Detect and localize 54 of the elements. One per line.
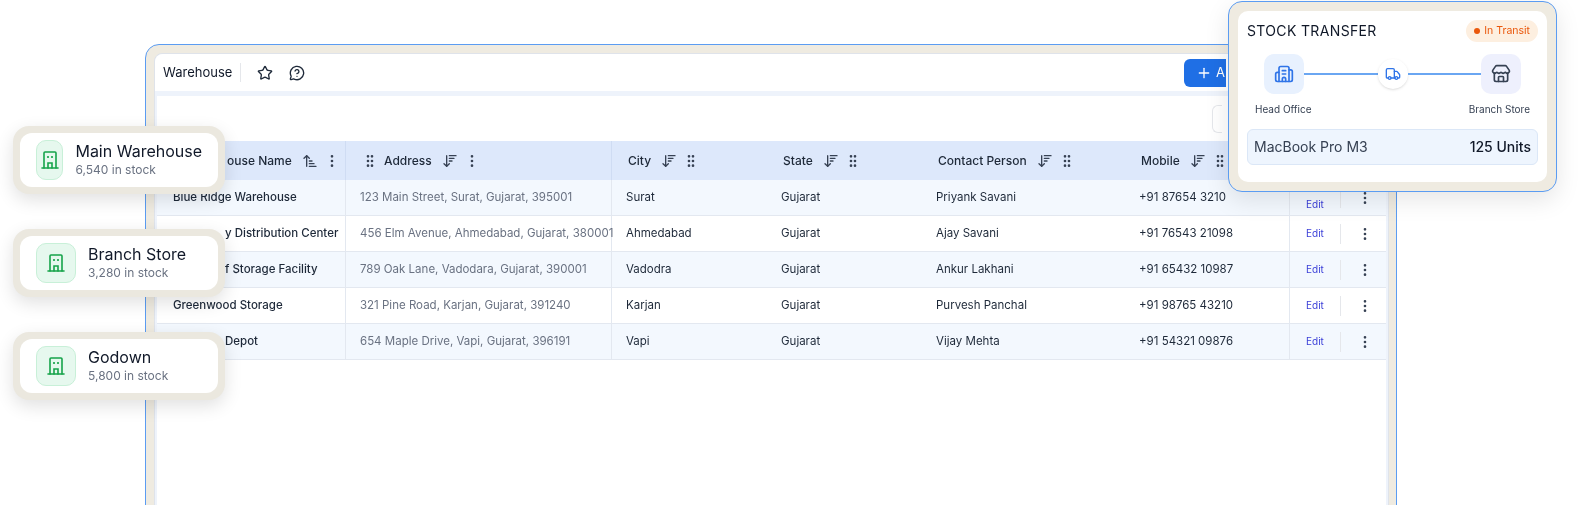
location-name: Godown bbox=[88, 347, 153, 367]
column-header: City bbox=[628, 151, 652, 170]
card-title: STOCK TRANSFER bbox=[1247, 21, 1377, 42]
table-cell-text: +91 76543 21098 bbox=[1139, 224, 1234, 242]
table-cell-text: Ajay Savani bbox=[936, 224, 999, 242]
table-cell-text: Vijay Mehta bbox=[936, 332, 1000, 350]
origin-label: Head Office bbox=[1255, 101, 1312, 117]
table-cell-text: 789 Oak Lane, Vadodara, Gujarat, 390001 bbox=[360, 260, 587, 278]
column-header: Address bbox=[384, 151, 432, 170]
table-cell-text: Greenwood Storage bbox=[173, 296, 283, 314]
location-name: Main Warehouse bbox=[75, 141, 202, 161]
table-cell-text: +91 98765 43210 bbox=[1139, 296, 1234, 314]
column-header: Contact Person bbox=[938, 151, 1027, 170]
table-cell-text: +91 54321 09876 bbox=[1139, 332, 1234, 350]
location-name: Branch Store bbox=[88, 244, 187, 264]
window-title: Warehouse bbox=[163, 62, 242, 83]
table-cell-text: 123 Main Street, Surat, Gujarat, 395001 bbox=[360, 188, 573, 206]
table-cell-text: Depot bbox=[225, 332, 259, 350]
stock-count: 3,280 in stock bbox=[88, 264, 170, 282]
table-cell-text: +91 87654 3210 bbox=[1139, 188, 1226, 206]
table-cell-text: Surat bbox=[626, 188, 655, 206]
table-cell-text: +91 65432 10987 bbox=[1139, 260, 1234, 278]
table-cell-text: Vapi bbox=[626, 332, 650, 350]
edit-link[interactable]: Edit bbox=[1306, 298, 1324, 313]
item-name: MacBook Pro M3 bbox=[1254, 137, 1368, 158]
table-cell-text: Priyank Savani bbox=[936, 188, 1016, 206]
table-cell-text: Ahmedabad bbox=[626, 224, 692, 242]
table-cell-text: Vadodra bbox=[626, 260, 672, 278]
item-quantity: 125 Units bbox=[1469, 137, 1531, 158]
edit-link[interactable]: Edit bbox=[1306, 226, 1324, 241]
table-cell-text: Gujarat bbox=[781, 296, 821, 314]
table-cell-text: 456 Elm Avenue, Ahmedabad, Gujarat, 380001 bbox=[360, 224, 614, 242]
add-button[interactable]: A bbox=[1184, 58, 1226, 87]
table-cell-text: 321 Pine Road, Karjan, Gujarat, 391240 bbox=[360, 296, 571, 314]
column-header: ouse Name bbox=[227, 151, 292, 170]
stock-count: 5,800 in stock bbox=[88, 367, 169, 385]
table-cell-text: Karjan bbox=[626, 296, 661, 314]
table-cell-text: Gujarat bbox=[781, 188, 821, 206]
table-cell-text: y Distribution Center bbox=[225, 224, 339, 242]
edit-link[interactable]: Edit bbox=[1306, 197, 1324, 212]
edit-link[interactable]: Edit bbox=[1306, 334, 1324, 349]
edit-link[interactable]: Edit bbox=[1306, 262, 1324, 277]
table-cell-text: Gujarat bbox=[781, 224, 821, 242]
status-badge: In Transit bbox=[1466, 20, 1538, 42]
column-header: State bbox=[783, 151, 813, 170]
table-cell-text: Purvesh Panchal bbox=[936, 296, 1027, 314]
table-cell-text: Ankur Lakhani bbox=[936, 260, 1014, 278]
table-cell-text: 654 Maple Drive, Vapi, Gujarat, 396191 bbox=[360, 332, 571, 350]
table-cell-text: f Storage Facility bbox=[225, 260, 318, 278]
table-cell-text: Gujarat bbox=[781, 332, 821, 350]
table-cell-text: Gujarat bbox=[781, 260, 821, 278]
destination-label: Branch Store bbox=[1468, 101, 1530, 117]
column-header: Mobile bbox=[1141, 151, 1180, 170]
stock-count: 6,540 in stock bbox=[75, 161, 157, 179]
